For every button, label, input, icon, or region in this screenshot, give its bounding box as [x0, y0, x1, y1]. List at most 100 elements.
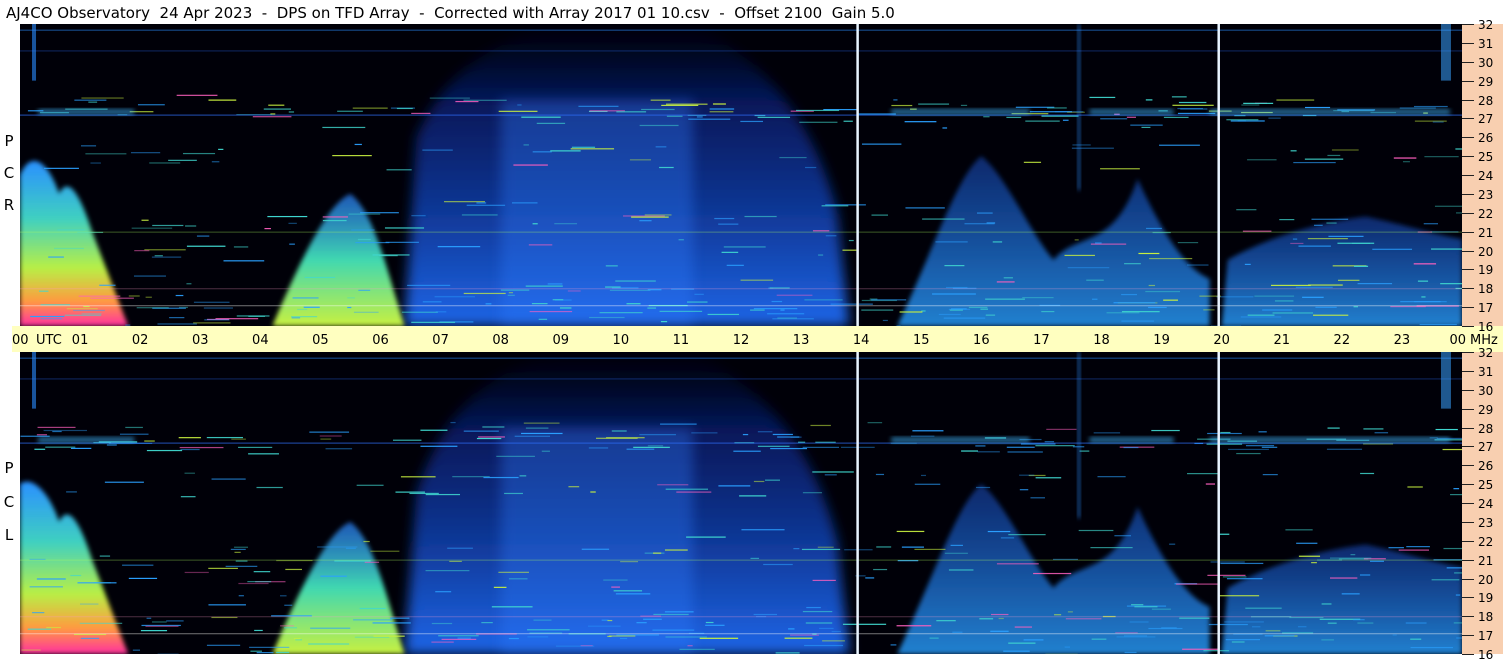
freq-tick-label: 25: [1478, 478, 1494, 492]
freq-tick-label: 30: [1478, 56, 1494, 70]
freq-tick-mark: [1462, 118, 1474, 119]
freq-tick-mark: [1462, 465, 1474, 466]
utc-tick-label: 03: [191, 333, 209, 348]
freq-tick-mark: [1462, 43, 1474, 44]
rcp-spectrogram: [20, 24, 1462, 326]
freq-tick-mark: [1462, 269, 1474, 270]
freq-tick-mark: [1462, 409, 1474, 410]
utc-tick-label: 07: [432, 333, 449, 348]
freq-tick-mark: [1462, 352, 1474, 353]
freq-tick-label: 26: [1478, 131, 1494, 145]
utc-tick-label: 19: [1153, 333, 1170, 348]
freq-tick-label: 29: [1478, 403, 1494, 417]
freq-tick-mark: [1462, 503, 1474, 504]
utc-unit-label: UTC: [36, 333, 62, 348]
freq-tick-mark: [1462, 213, 1474, 214]
lcp-letter-l: L: [4, 526, 14, 544]
vertical-marker-1: [856, 24, 859, 326]
utc-tick-label: 14: [852, 333, 870, 348]
rcp-letter-c: C: [3, 164, 15, 182]
freq-tick-mark: [1462, 635, 1474, 636]
rcp-letter-p: P: [4, 132, 14, 150]
freq-tick-mark: [1462, 251, 1474, 252]
freq-tick-label: 28: [1478, 422, 1494, 436]
utc-tick-label: 18: [1093, 333, 1110, 348]
freq-tick-label: 18: [1478, 610, 1494, 624]
rcp-letter-r: R: [3, 196, 15, 214]
freq-tick-mark: [1462, 484, 1474, 485]
freq-tick-label: 16: [1478, 648, 1494, 662]
utc-tick-label: 11: [672, 333, 690, 348]
daytime-core: [500, 99, 693, 326]
freq-tick-mark: [1462, 522, 1474, 523]
lcp-letter-p: P: [4, 459, 14, 477]
freq-tick-label: 32: [1478, 346, 1494, 360]
freq-tick-label: 22: [1478, 207, 1494, 221]
freq-tick-mark: [1462, 62, 1474, 63]
freq-tick-mark: [1462, 175, 1474, 176]
freq-tick-label: 20: [1478, 573, 1494, 587]
vertical-marker-2: [1217, 24, 1220, 326]
freq-tick-label: 26: [1478, 459, 1494, 473]
freq-tick-label: 17: [1478, 301, 1494, 315]
utc-tick-label: 08: [492, 333, 509, 348]
utc-tick-label: 16: [973, 333, 990, 348]
freq-tick-label: 21: [1478, 554, 1494, 568]
freq-tick-mark: [1462, 81, 1474, 82]
lcp-spectrogram: [20, 352, 1462, 654]
freq-tick-label: 30: [1478, 384, 1494, 398]
freq-tick-label: 23: [1478, 516, 1494, 530]
freq-tick-label: 27: [1478, 440, 1494, 454]
utc-tick-label: 00: [12, 333, 29, 348]
freq-tick-mark: [1462, 288, 1474, 289]
utc-tick-label: 06: [372, 333, 389, 348]
rcp-spectrogram-panel: [20, 24, 1462, 326]
freq-tick-mark: [1462, 541, 1474, 542]
freq-tick-mark: [1462, 232, 1474, 233]
utc-tick-label: 22: [1333, 333, 1351, 348]
freq-tick-label: 20: [1478, 245, 1494, 259]
freq-tick-label: 18: [1478, 282, 1494, 296]
utc-tick-label: 12: [732, 333, 750, 348]
freq-tick-mark: [1462, 446, 1474, 447]
freq-tick-mark: [1462, 307, 1474, 308]
freq-tick-mark: [1462, 137, 1474, 138]
freq-tick-label: 16: [1478, 320, 1494, 334]
freq-tick-mark: [1462, 579, 1474, 580]
freq-tick-label: 19: [1478, 591, 1494, 605]
utc-tick-label: 02: [131, 333, 149, 348]
freq-tick-mark: [1462, 428, 1474, 429]
freq-tick-label: 22: [1478, 535, 1494, 549]
freq-tick-label: 19: [1478, 263, 1494, 277]
utc-tick-label: 15: [912, 333, 930, 348]
freq-tick-mark: [1462, 194, 1474, 195]
utc-tick-label: 04: [252, 333, 269, 348]
utc-tick-label: 23: [1393, 333, 1411, 348]
utc-tick-label: 10: [612, 333, 630, 348]
freq-tick-mark: [1462, 560, 1474, 561]
freq-tick-mark: [1462, 616, 1474, 617]
freq-tick-mark: [1462, 156, 1474, 157]
freq-tick-mark: [1462, 100, 1474, 101]
freq-tick-mark: [1462, 654, 1474, 655]
freq-tick-label: 24: [1478, 169, 1494, 183]
utc-time-axis: 00 01 02 03 04 05 06 07 08 09 10 11 12 13 14 15 16 17 18 19…: [12, 326, 1503, 352]
lcp-spectrogram-panel: [20, 352, 1462, 654]
freq-tick-label: 24: [1478, 497, 1494, 511]
freq-tick-label: 31: [1478, 365, 1494, 379]
freq-tick-mark: [1462, 371, 1474, 372]
freq-tick-label: 28: [1478, 94, 1494, 108]
utc-tick-label: 01: [71, 333, 89, 348]
freq-tick-label: 32: [1478, 18, 1494, 32]
freq-tick-label: 31: [1478, 37, 1494, 51]
utc-tick-label: 00: [1449, 333, 1466, 348]
utc-tick-label: 20: [1213, 333, 1230, 348]
freq-tick-mark: [1462, 326, 1474, 327]
freq-tick-mark: [1462, 390, 1474, 391]
utc-tick-label: 13: [792, 333, 810, 348]
freq-tick-label: 25: [1478, 150, 1494, 164]
utc-tick-label: 05: [312, 333, 329, 348]
vertical-marker-2: [1217, 352, 1220, 654]
utc-tick-label: 21: [1273, 333, 1291, 348]
freq-tick-label: 21: [1478, 226, 1494, 240]
